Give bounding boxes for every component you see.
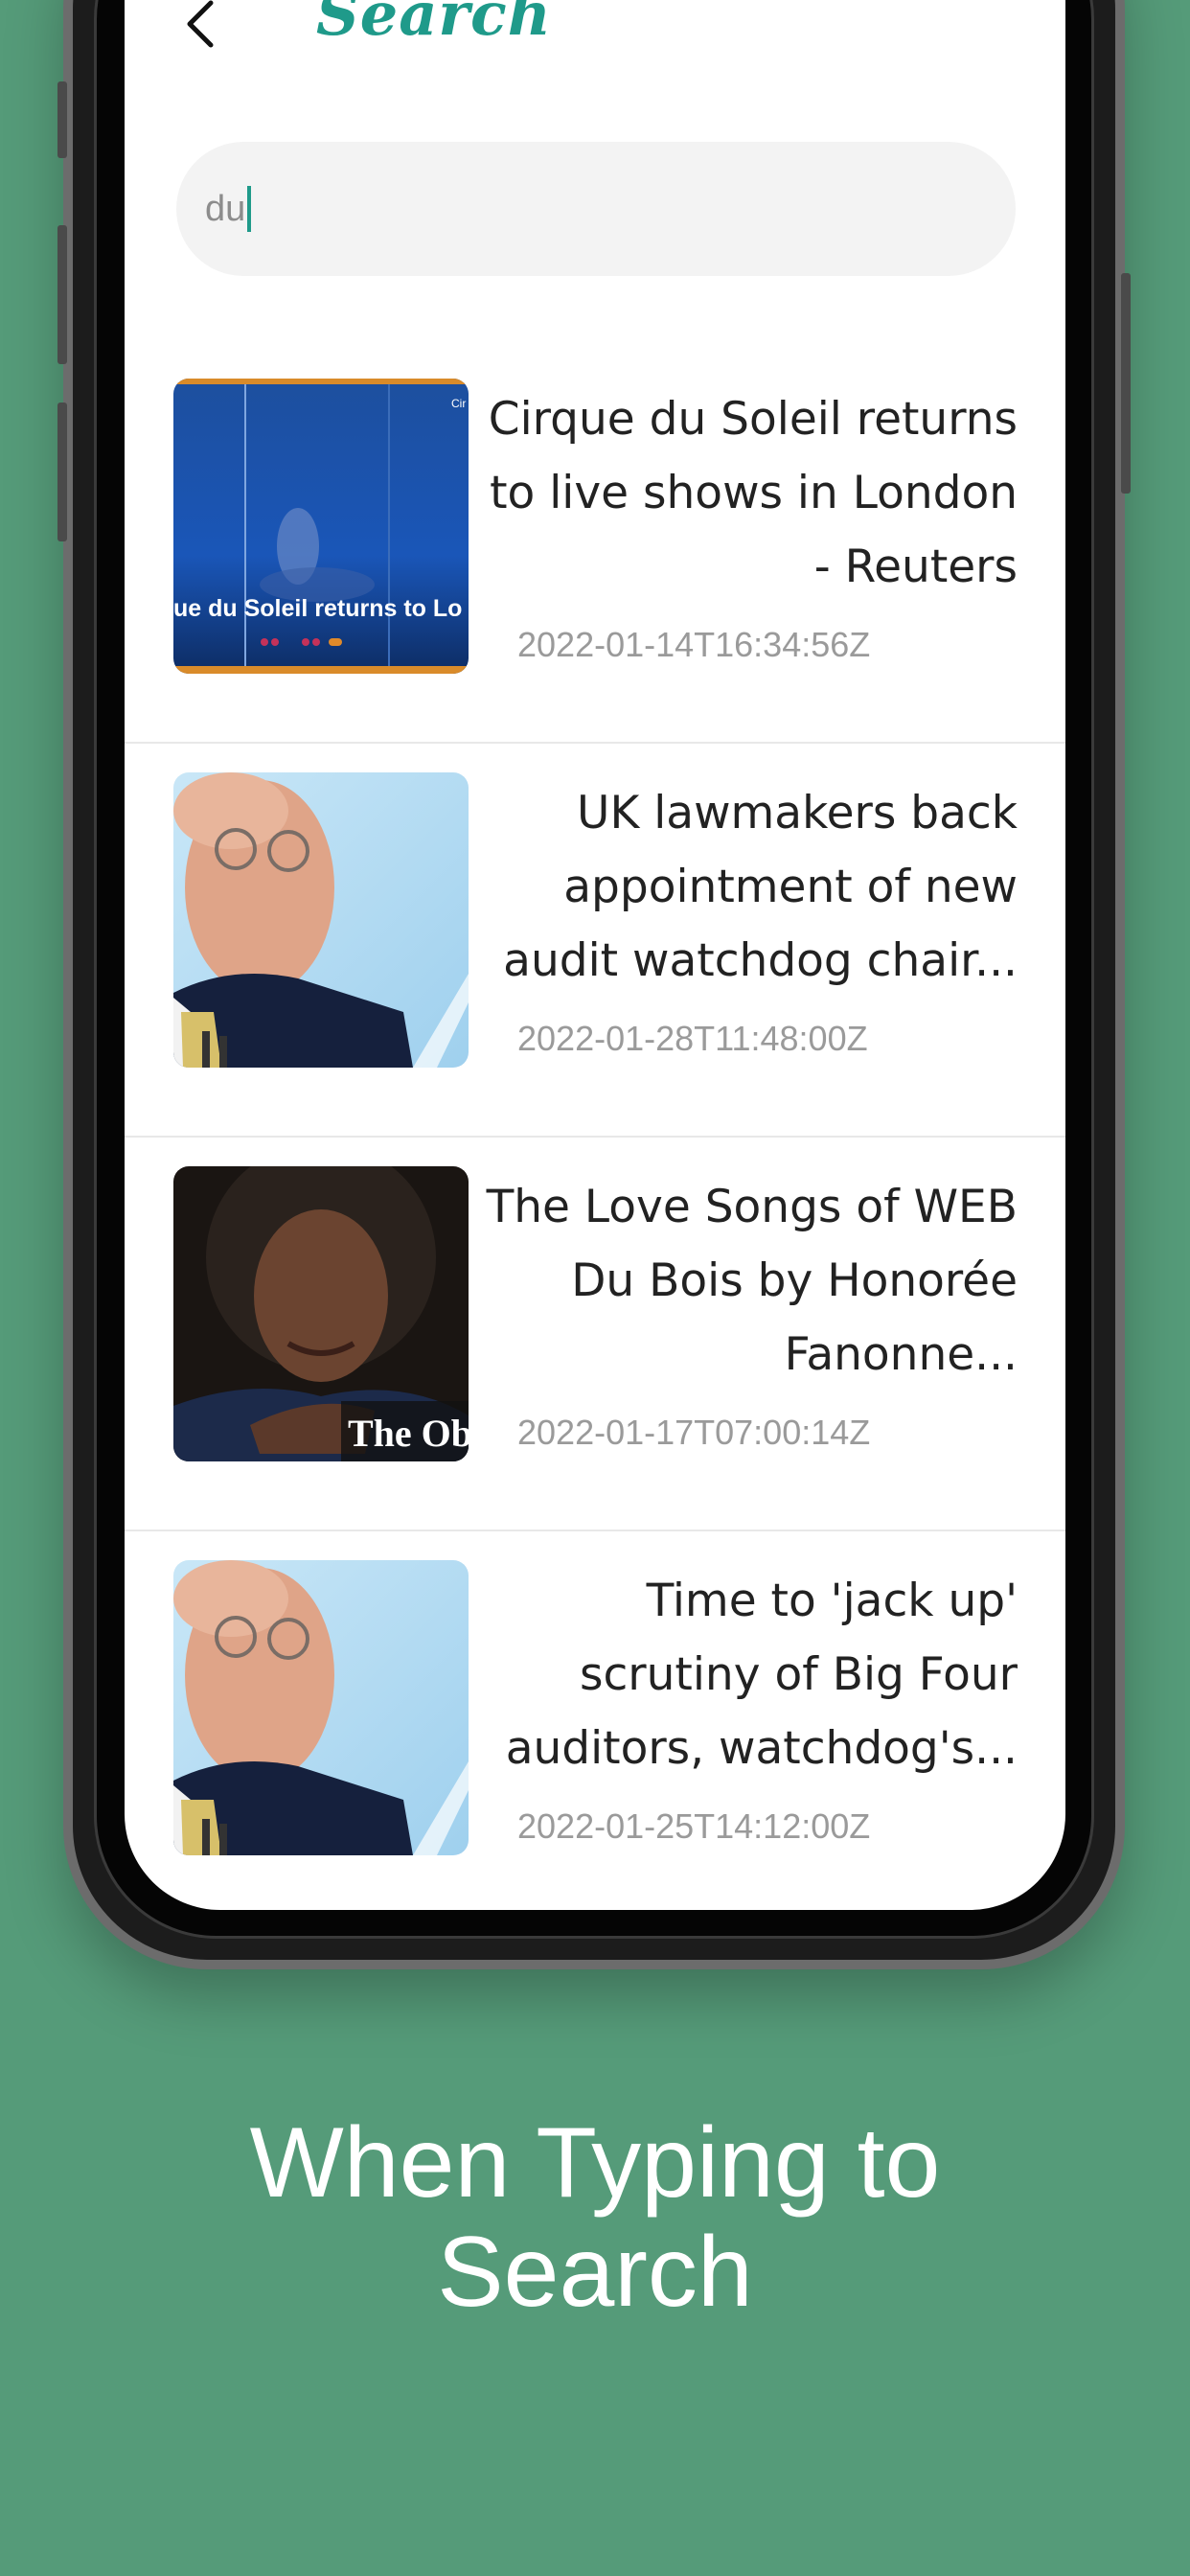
app-screen: Search du Cir ue du Soleil returns to Lo…: [125, 0, 1065, 1910]
article-title: UK lawmakers back appointment of new aud…: [503, 787, 1018, 987]
promo-caption: When Typing to Search: [0, 2108, 1190, 2327]
promo-caption-line-2: Search: [437, 2217, 753, 2328]
search-input[interactable]: du: [205, 189, 245, 230]
article-thumbnail: [173, 772, 469, 1068]
text-caret: [247, 186, 252, 232]
article-title: Cirque du Soleil returns to live shows i…: [488, 393, 1018, 593]
list-item[interactable]: UK lawmakers back appointment of new aud…: [125, 744, 1065, 1138]
article-thumbnail: Cir ue du Soleil returns to Lo: [173, 379, 469, 674]
chevron-left-icon: [187, 0, 214, 48]
promo-caption-line-1: When Typing to: [249, 2107, 941, 2219]
list-item[interactable]: Cir ue du Soleil returns to Lo Cirque du…: [125, 350, 1065, 744]
article-date: 2022-01-25T14:12:00Z: [517, 1806, 871, 1846]
article-title: The Love Songs of WEB Du Bois by Honorée…: [486, 1181, 1018, 1381]
page-title: Search: [316, 0, 552, 49]
list-item[interactable]: Time to 'jack up' scrutiny of Big Four a…: [125, 1531, 1065, 1910]
article-date: 2022-01-17T07:00:14Z: [517, 1413, 871, 1452]
thumb-caption: The Ob: [348, 1412, 469, 1455]
article-date: 2022-01-14T16:34:56Z: [517, 625, 871, 664]
article-thumbnail: [173, 1560, 469, 1855]
back-button[interactable]: [172, 0, 230, 48]
phone-side-button: [57, 81, 67, 158]
article-thumbnail: The Ob: [173, 1166, 469, 1461]
thumb-tag: Cir: [451, 397, 466, 410]
search-results-list: Cir ue du Soleil returns to Lo Cirque du…: [125, 350, 1065, 1910]
search-field[interactable]: du: [176, 142, 1016, 276]
thumb-caption: ue du Soleil returns to Lo: [173, 595, 462, 622]
article-title: Time to 'jack up' scrutiny of Big Four a…: [505, 1575, 1018, 1775]
list-item[interactable]: The Ob The Love Songs of WEB Du Bois by …: [125, 1138, 1065, 1531]
phone-volume-down-button: [57, 402, 67, 541]
phone-volume-up-button: [57, 225, 67, 364]
phone-power-button: [1121, 273, 1131, 494]
article-date: 2022-01-28T11:48:00Z: [517, 1019, 868, 1058]
